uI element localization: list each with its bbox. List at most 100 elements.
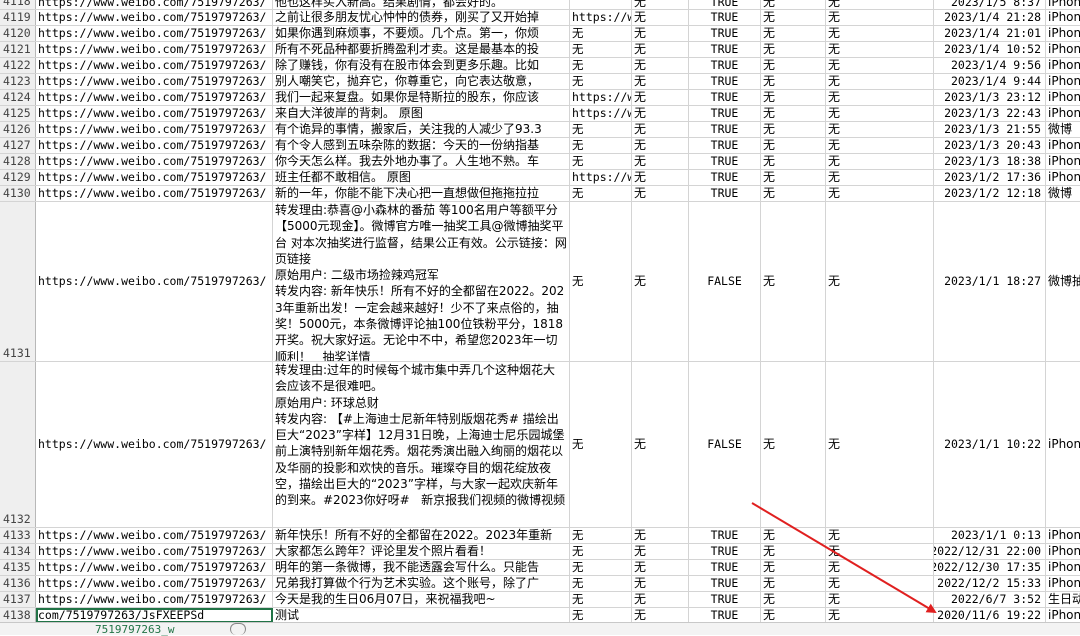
client-cell[interactable]: iPhone <box>1046 90 1080 105</box>
source-cell[interactable]: https://w <box>570 10 632 25</box>
time-cell[interactable]: 2023/1/3 22:43 <box>934 106 1046 121</box>
table-row[interactable]: 4134 https://www.weibo.com/7519797263/大家都… <box>0 544 1080 560</box>
col-e-cell[interactable]: 无 <box>826 74 934 89</box>
col-d-cell[interactable]: 无 <box>761 154 826 169</box>
col-a-cell[interactable]: 无 <box>632 138 689 153</box>
source-cell[interactable]: https://w <box>570 90 632 105</box>
time-cell[interactable]: 2023/1/1 18:27 <box>934 202 1046 361</box>
col-a-cell[interactable]: 无 <box>632 154 689 169</box>
client-cell[interactable]: iPhone <box>1046 138 1080 153</box>
url-cell[interactable]: https://www.weibo.com/7519797263/ <box>36 154 273 169</box>
source-cell[interactable]: 无 <box>570 42 632 57</box>
client-cell[interactable]: iPhone <box>1046 528 1080 543</box>
flag-cell[interactable]: TRUE <box>689 58 761 73</box>
table-row[interactable]: 4122 https://www.weibo.com/7519797263/除了赚… <box>0 58 1080 74</box>
time-cell[interactable]: 2023/1/5 8:37 <box>934 0 1046 9</box>
col-e-cell[interactable]: 无 <box>826 544 934 559</box>
sheet-tab[interactable]: 7519797263_w <box>95 623 174 636</box>
url-cell[interactable]: https://www.weibo.com/7519797263/ <box>36 202 273 361</box>
flag-cell[interactable]: TRUE <box>689 74 761 89</box>
flag-cell[interactable]: TRUE <box>689 122 761 137</box>
table-row[interactable]: 4129 https://www.weibo.com/7519797263/班主任… <box>0 170 1080 186</box>
table-row[interactable]: 4128 https://www.weibo.com/7519797263/你今天… <box>0 154 1080 170</box>
client-cell[interactable]: iPhone <box>1046 154 1080 169</box>
client-cell[interactable]: iPhone <box>1046 10 1080 25</box>
content-cell[interactable]: 除了赚钱，你有没有在股市体会到更多乐趣。比如 <box>273 58 570 73</box>
time-cell[interactable]: 2023/1/4 10:52 <box>934 42 1046 57</box>
source-cell[interactable]: 无 <box>570 186 632 201</box>
client-cell[interactable]: iPhone <box>1046 544 1080 559</box>
col-a-cell[interactable]: 无 <box>632 58 689 73</box>
col-e-cell[interactable]: 无 <box>826 42 934 57</box>
flag-cell[interactable]: FALSE <box>689 362 761 527</box>
content-cell[interactable]: 所有不死品种都要折腾盈利才卖。这是最基本的投 <box>273 42 570 57</box>
flag-cell[interactable]: TRUE <box>689 154 761 169</box>
url-cell[interactable]: https://www.weibo.com/7519797263/ <box>36 528 273 543</box>
flag-cell[interactable]: TRUE <box>689 170 761 185</box>
col-e-cell[interactable]: 无 <box>826 58 934 73</box>
content-cell[interactable]: 测试 <box>273 608 570 623</box>
col-d-cell[interactable]: 无 <box>761 560 826 575</box>
url-cell[interactable]: https://www.weibo.com/7519797263/ <box>36 138 273 153</box>
time-cell[interactable]: 2023/1/4 21:28 <box>934 10 1046 25</box>
col-e-cell[interactable]: 无 <box>826 10 934 25</box>
client-cell[interactable]: iPhone <box>1046 26 1080 41</box>
col-e-cell[interactable]: 无 <box>826 362 934 527</box>
content-cell[interactable]: 别人嘲笑它，抛弃它，你尊重它，向它表达敬意， <box>273 74 570 89</box>
table-row[interactable]: 4120 https://www.weibo.com/7519797263/如果你… <box>0 26 1080 42</box>
flag-cell[interactable]: TRUE <box>689 138 761 153</box>
col-d-cell[interactable]: 无 <box>761 170 826 185</box>
url-cell[interactable]: https://www.weibo.com/7519797263/ <box>36 186 273 201</box>
col-d-cell[interactable]: 无 <box>761 42 826 57</box>
time-cell[interactable]: 2023/1/3 23:12 <box>934 90 1046 105</box>
flag-cell[interactable]: TRUE <box>689 544 761 559</box>
col-e-cell[interactable]: 无 <box>826 576 934 591</box>
col-e-cell[interactable]: 无 <box>826 592 934 607</box>
content-cell[interactable]: 转发理由:过年的时候每个城市集中弄几个这种烟花大会应该不是很难吧。 原始用户: … <box>273 362 570 527</box>
client-cell[interactable]: iPhone <box>1046 560 1080 575</box>
col-a-cell[interactable]: 无 <box>632 0 689 9</box>
table-row[interactable]: 4125 https://www.weibo.com/7519797263/来自大… <box>0 106 1080 122</box>
client-cell[interactable]: 微博抽奖 <box>1046 202 1080 361</box>
source-cell[interactable]: 无 <box>570 592 632 607</box>
col-d-cell[interactable]: 无 <box>761 122 826 137</box>
flag-cell[interactable]: TRUE <box>689 10 761 25</box>
col-d-cell[interactable]: 无 <box>761 106 826 121</box>
table-row[interactable]: 4127 https://www.weibo.com/7519797263/有个令… <box>0 138 1080 154</box>
col-d-cell[interactable]: 无 <box>761 362 826 527</box>
flag-cell[interactable]: TRUE <box>689 106 761 121</box>
url-cell[interactable]: https://www.weibo.com/7519797263/ <box>36 122 273 137</box>
flag-cell[interactable]: TRUE <box>689 528 761 543</box>
url-cell[interactable]: https://www.weibo.com/7519797263/ <box>36 90 273 105</box>
url-cell[interactable]: com/7519797263/JsFXEEPSd <box>36 608 273 623</box>
table-row[interactable]: 4133 https://www.weibo.com/7519797263/新年快… <box>0 528 1080 544</box>
source-cell[interactable]: 无 <box>570 74 632 89</box>
col-a-cell[interactable]: 无 <box>632 170 689 185</box>
content-cell[interactable]: 之前让很多朋友忧心忡忡的债券，刚买了又开始掉 <box>273 10 570 25</box>
col-d-cell[interactable]: 无 <box>761 544 826 559</box>
time-cell[interactable]: 2023/1/1 10:22 <box>934 362 1046 527</box>
client-cell[interactable]: iPhone <box>1046 74 1080 89</box>
table-row[interactable]: 4131 https://www.weibo.com/7519797263/转发理… <box>0 202 1080 362</box>
col-e-cell[interactable]: 无 <box>826 170 934 185</box>
add-sheet-icon[interactable] <box>230 623 246 635</box>
source-cell[interactable]: 无 <box>570 528 632 543</box>
table-row[interactable]: 4126 https://www.weibo.com/7519797263/有个诡… <box>0 122 1080 138</box>
col-e-cell[interactable]: 无 <box>826 106 934 121</box>
source-cell[interactable]: 无 <box>570 202 632 361</box>
col-a-cell[interactable]: 无 <box>632 90 689 105</box>
col-a-cell[interactable]: 无 <box>632 106 689 121</box>
url-cell[interactable]: https://www.weibo.com/7519797263/ <box>36 74 273 89</box>
url-cell[interactable]: https://www.weibo.com/7519797263/ <box>36 576 273 591</box>
col-d-cell[interactable]: 无 <box>761 58 826 73</box>
content-cell[interactable]: 如果你遇到麻烦事，不要烦。几个点。第一，你烦 <box>273 26 570 41</box>
flag-cell[interactable]: TRUE <box>689 608 761 623</box>
client-cell[interactable]: iPhone <box>1046 0 1080 9</box>
source-cell[interactable]: 无 <box>570 544 632 559</box>
url-cell[interactable]: https://www.weibo.com/7519797263/ <box>36 10 273 25</box>
url-cell[interactable]: https://www.weibo.com/7519797263/ <box>36 544 273 559</box>
col-a-cell[interactable]: 无 <box>632 42 689 57</box>
col-a-cell[interactable]: 无 <box>632 122 689 137</box>
content-cell[interactable]: 有个诡异的事情，搬家后，关注我的人减少了93.3 <box>273 122 570 137</box>
url-cell[interactable]: https://www.weibo.com/7519797263/ <box>36 42 273 57</box>
